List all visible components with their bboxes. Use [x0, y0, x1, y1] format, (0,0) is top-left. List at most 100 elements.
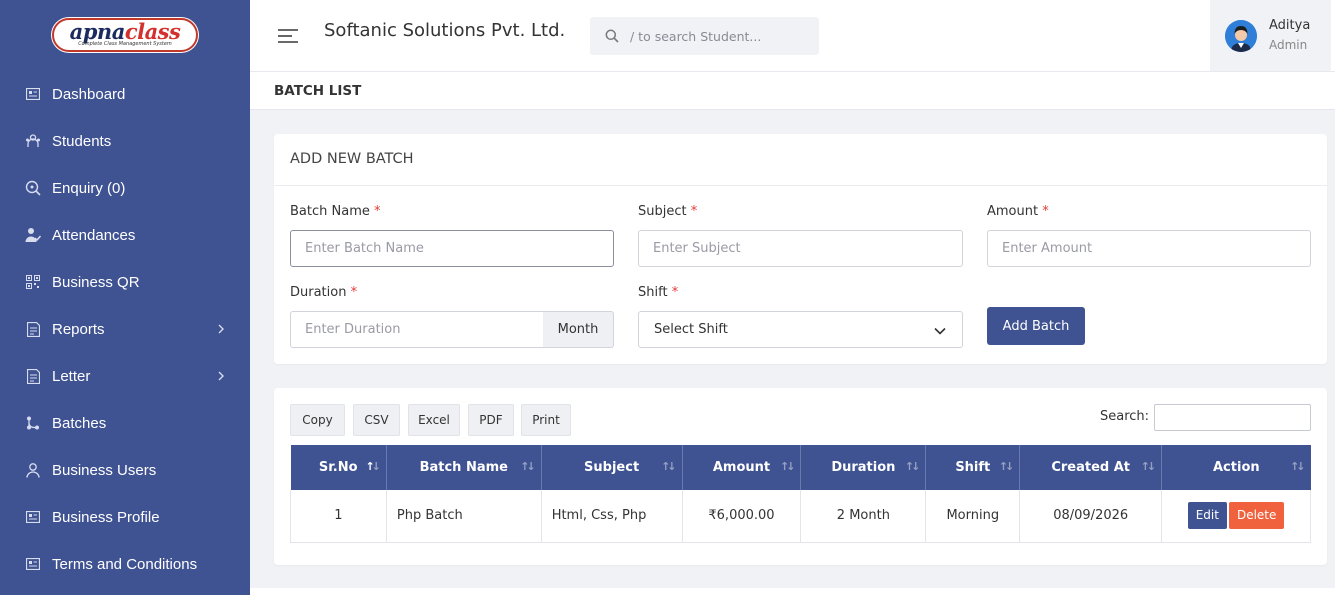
user-role: Admin	[1269, 38, 1308, 52]
page-title-bar: BATCH LIST	[250, 72, 1335, 110]
col-header-shift[interactable]: Shift ↑↓	[925, 445, 1021, 490]
letter-icon	[25, 368, 41, 384]
students-icon	[25, 133, 41, 149]
required-mark: *	[1042, 204, 1049, 219]
duration-input[interactable]	[290, 311, 544, 348]
attendance-icon	[25, 227, 41, 243]
chevron-right-icon	[217, 368, 225, 385]
sidebar-item-label: Enquiry (0)	[52, 179, 126, 197]
batch-table-card: Copy CSV Excel PDF Print Search: Sr.No ↑↓…	[274, 388, 1327, 565]
sidebar-item-students[interactable]: Students	[0, 126, 250, 156]
sidebar-item-dashboard[interactable]: Dashboard	[0, 79, 250, 109]
footer	[250, 588, 1335, 595]
menu-toggle-icon[interactable]	[278, 28, 300, 44]
sidebar-item-label: Attendances	[52, 226, 136, 244]
page-title: BATCH LIST	[274, 83, 362, 99]
sidebar-item-attendances[interactable]: Attendances	[0, 220, 250, 250]
cell-sr: 1	[290, 490, 387, 543]
duration-label-text: Duration	[290, 285, 347, 300]
amount-label: Amount *	[987, 204, 1049, 219]
subject-label-text: Subject	[638, 204, 687, 219]
sidebar-item-letter[interactable]: Letter	[0, 361, 250, 391]
user-name: Aditya	[1269, 18, 1311, 33]
delete-button[interactable]: Delete	[1228, 502, 1285, 530]
amount-input[interactable]	[987, 230, 1311, 267]
sort-icon: ↑↓	[520, 460, 536, 473]
sidebar-item-label: Reports	[52, 320, 105, 338]
logo-area: apnaclass Complete Class Management Syst…	[0, 0, 250, 70]
avatar	[1225, 20, 1257, 52]
sidebar-item-business-users[interactable]: Business Users	[0, 455, 250, 485]
sidebar-item-business-profile[interactable]: Business Profile	[0, 502, 250, 532]
copy-button[interactable]: Copy	[290, 404, 345, 436]
student-search-input[interactable]	[630, 26, 810, 46]
brand-logo[interactable]: apnaclass Complete Class Management Syst…	[52, 18, 198, 52]
required-mark: *	[350, 285, 358, 300]
cell-created-at: 08/09/2026	[1019, 490, 1163, 543]
user-icon	[25, 462, 41, 478]
print-button[interactable]: Print	[521, 404, 571, 436]
required-mark: *	[690, 204, 698, 219]
table-search-label: Search:	[1100, 409, 1150, 424]
enquiry-icon	[25, 180, 41, 196]
sidebar-item-label: Business QR	[52, 273, 140, 291]
user-menu[interactable]: Aditya Admin	[1210, 0, 1331, 71]
col-header-label: Duration	[831, 460, 896, 475]
col-header-label: Shift	[955, 460, 991, 475]
col-header-duration[interactable]: Duration ↑↓	[800, 445, 927, 490]
add-batch-button[interactable]: Add Batch	[987, 307, 1085, 345]
amount-label-text: Amount	[987, 204, 1039, 219]
sidebar-item-label: Students	[52, 132, 112, 150]
col-header-batch-name[interactable]: Batch Name ↑↓	[386, 445, 542, 490]
chevron-down-icon	[934, 324, 946, 339]
sort-icon: ↑↓	[661, 460, 677, 473]
subject-input[interactable]	[638, 230, 963, 267]
sidebar-item-label: Terms and Conditions	[52, 555, 198, 573]
terms-icon	[25, 556, 41, 572]
col-header-subject[interactable]: Subject ↑↓	[541, 445, 683, 490]
required-mark: *	[374, 204, 381, 219]
cell-amount: ₹6,000.00	[682, 490, 802, 543]
sidebar-item-label: Business Users	[52, 461, 157, 479]
table-header-row: Sr.No ↑↓ Batch Name ↑↓ Subject ↑↓ Amount ↑↓ …	[290, 445, 1311, 490]
sidebar-item-terms[interactable]: Terms and Conditions	[0, 549, 250, 579]
batch-name-input[interactable]	[290, 230, 614, 267]
table-search-input[interactable]	[1154, 404, 1311, 431]
csv-button[interactable]: CSV	[353, 404, 400, 436]
col-header-label: Sr.No	[318, 460, 358, 475]
sidebar-item-batches[interactable]: Batches	[0, 408, 250, 438]
sidebar-item-business-qr[interactable]: Business QR	[0, 267, 250, 297]
cell-batch-name: Php Batch	[386, 490, 542, 543]
col-header-label: Created At	[1051, 460, 1131, 475]
cell-action: Edit Delete	[1161, 490, 1311, 543]
sort-icon: ↑↓	[1140, 460, 1157, 473]
col-header-amount[interactable]: Amount ↑↓	[682, 445, 802, 490]
col-header-sr[interactable]: Sr.No ↑↓	[290, 445, 387, 490]
dashboard-icon	[25, 86, 41, 102]
add-batch-card: ADD NEW BATCH Batch Name * Subject * Amo…	[274, 134, 1327, 364]
batches-icon	[25, 415, 41, 431]
top-header: Softanic Solutions Pvt. Ltd. Aditya Admi…	[250, 0, 1335, 72]
subject-label: Subject *	[638, 204, 697, 219]
shift-select[interactable]: Select Shift	[638, 311, 963, 348]
sidebar-item-reports[interactable]: Reports	[0, 314, 250, 344]
sidebar-item-label: Letter	[52, 367, 91, 385]
logo-tagline: Complete Class Management System	[78, 41, 172, 47]
duration-unit-addon: Month	[543, 311, 614, 348]
col-header-action[interactable]: Action ↑↓	[1161, 445, 1311, 490]
duration-label: Duration *	[290, 285, 357, 300]
sort-icon: ↑↓	[998, 460, 1015, 473]
pdf-button[interactable]: PDF	[468, 404, 514, 436]
student-search	[590, 17, 819, 55]
shift-label-text: Shift	[638, 285, 668, 300]
card-title: ADD NEW BATCH	[290, 151, 414, 167]
col-header-label: Batch Name	[419, 460, 508, 475]
qr-icon	[25, 274, 41, 290]
shift-select-value: Select Shift	[654, 322, 728, 337]
sidebar-item-enquiry[interactable]: Enquiry (0)	[0, 173, 250, 203]
company-name: Softanic Solutions Pvt. Ltd.	[324, 20, 566, 41]
excel-button[interactable]: Excel	[408, 404, 460, 436]
edit-button[interactable]: Edit	[1187, 502, 1227, 530]
batch-table: Sr.No ↑↓ Batch Name ↑↓ Subject ↑↓ Amount ↑↓ …	[290, 445, 1311, 543]
col-header-created-at[interactable]: Created At ↑↓	[1019, 445, 1163, 490]
